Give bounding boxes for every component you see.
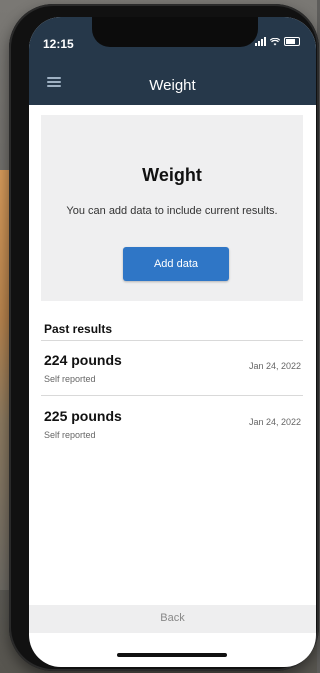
- result-item[interactable]: 225 pounds Self reported Jan 24, 2022: [44, 408, 301, 448]
- add-data-card: Weight You can add data to include curre…: [41, 115, 303, 301]
- status-time: 12:15: [43, 37, 74, 51]
- result-value: 225 pounds: [44, 408, 122, 424]
- result-item[interactable]: 224 pounds Self reported Jan 24, 2022: [44, 352, 301, 392]
- wifi-icon: [270, 37, 280, 45]
- add-data-button[interactable]: Add data: [123, 247, 229, 281]
- top-bar: 12:15 Weight: [29, 17, 316, 105]
- result-value: 224 pounds: [44, 352, 122, 368]
- divider: [41, 340, 303, 341]
- phone-frame: 12:15 Weight Weight You can add data to …: [9, 4, 319, 671]
- page-title: Weight: [149, 77, 196, 94]
- card-description: You can add data to include current resu…: [66, 205, 278, 217]
- status-icons: [255, 37, 300, 46]
- result-source: Self reported: [44, 430, 96, 440]
- back-button[interactable]: Back: [29, 605, 316, 633]
- past-results-heading: Past results: [44, 322, 113, 336]
- result-date: Jan 24, 2022: [248, 417, 301, 427]
- result-date: Jan 24, 2022: [248, 361, 301, 371]
- app-screen: 12:15 Weight Weight You can add data to …: [29, 17, 316, 667]
- battery-icon: [284, 37, 300, 46]
- card-title: Weight: [142, 165, 202, 185]
- back-label: Back: [160, 612, 185, 624]
- result-source: Self reported: [44, 374, 96, 384]
- device-notch: [92, 17, 258, 47]
- home-indicator: [117, 653, 227, 657]
- divider: [41, 395, 303, 396]
- signal-icon: [255, 37, 266, 46]
